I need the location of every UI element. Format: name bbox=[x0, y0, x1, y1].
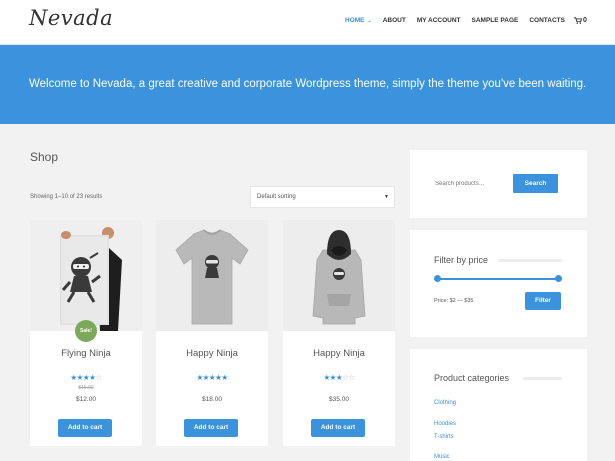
slider-handle-max[interactable] bbox=[555, 275, 562, 282]
star-rating: ★★★★☆ bbox=[30, 373, 142, 382]
title-underline bbox=[498, 259, 562, 262]
price-slider-track[interactable] bbox=[437, 278, 559, 280]
filter-button[interactable]: Filter bbox=[525, 292, 561, 310]
product-card[interactable]: Happy Ninja ★★★★★ $18.00 Add to cart bbox=[156, 220, 268, 446]
widget-title: Product categories bbox=[434, 373, 510, 383]
category-link-hoodies[interactable]: Hoodies bbox=[434, 421, 456, 427]
product-price: $12.00 bbox=[76, 396, 96, 403]
nav-item-my-account[interactable]: MY ACCOUNT bbox=[417, 17, 461, 24]
product-card[interactable]: Happy Ninja ★★★☆☆ $35.00 Add to cart bbox=[283, 220, 395, 446]
cart-count: 0 bbox=[583, 17, 587, 24]
title-underline bbox=[523, 377, 562, 380]
widget-title: Filter by price bbox=[434, 255, 489, 265]
nav-item-sample-page[interactable]: SAMPLE PAGE bbox=[472, 17, 519, 24]
star-icon: ★★★★★ bbox=[196, 373, 228, 382]
star-icon: ★★★★ bbox=[70, 373, 96, 382]
sort-select[interactable]: Default sorting ▼ bbox=[250, 186, 395, 208]
welcome-banner: Welcome to Nevada, a great creative and … bbox=[0, 45, 615, 124]
category-link-music[interactable]: Music bbox=[434, 454, 450, 460]
price-filter-widget: Filter by price Price: $2 — $35 Filter bbox=[410, 230, 587, 337]
product-price: $35.00 bbox=[329, 396, 349, 403]
site-logo[interactable]: Nevada bbox=[29, 6, 113, 30]
main-nav: HOME ⌄ ABOUT MY ACCOUNT SAMPLE PAGE CONTA… bbox=[345, 17, 565, 24]
search-widget: Search bbox=[410, 150, 587, 218]
star-icon: ★★★ bbox=[323, 373, 343, 382]
hoodie-image bbox=[283, 220, 395, 331]
add-to-cart-button[interactable]: Add to cart bbox=[311, 419, 365, 437]
add-to-cart-button[interactable]: Add to cart bbox=[58, 419, 112, 437]
nav-item-about[interactable]: ABOUT bbox=[383, 17, 406, 24]
nav-item-contacts[interactable]: CONTACTS bbox=[529, 17, 565, 24]
star-rating: ★★★☆☆ bbox=[283, 373, 395, 382]
price-range-label: Price: $2 — $35 bbox=[434, 298, 474, 304]
product-image[interactable] bbox=[30, 220, 142, 331]
product-image[interactable] bbox=[283, 220, 395, 331]
star-rating: ★★★★★ bbox=[156, 373, 268, 382]
product-categories-widget: Product categories Clothing Hoodies T-sh… bbox=[410, 349, 587, 461]
add-to-cart-button[interactable]: Add to cart bbox=[184, 419, 238, 437]
category-link-tshirts[interactable]: T-shirts bbox=[434, 434, 454, 440]
product-name[interactable]: Flying Ninja bbox=[30, 348, 142, 359]
sale-badge: Sale! bbox=[75, 320, 97, 342]
star-empty-icon: ☆ bbox=[95, 373, 102, 382]
tshirt-image bbox=[156, 220, 268, 331]
sort-select-value: Default sorting bbox=[257, 194, 296, 200]
nav-item-home[interactable]: HOME ⌄ bbox=[345, 17, 372, 24]
product-price: $18.00 bbox=[202, 396, 222, 403]
product-old-price: $15.00 bbox=[78, 385, 94, 391]
dropdown-arrow-icon: ▼ bbox=[384, 194, 389, 200]
category-link-clothing[interactable]: Clothing bbox=[434, 400, 456, 406]
site-header: Nevada HOME ⌄ ABOUT MY ACCOUNT SAMPLE PAG… bbox=[0, 0, 615, 45]
product-name[interactable]: Happy Ninja bbox=[283, 348, 395, 359]
search-input[interactable] bbox=[435, 174, 523, 193]
page-title: Shop bbox=[30, 150, 59, 164]
cart-icon bbox=[574, 17, 582, 24]
product-image[interactable] bbox=[156, 220, 268, 331]
search-button[interactable]: Search bbox=[513, 174, 558, 193]
star-empty-icon: ☆☆ bbox=[342, 373, 355, 382]
chevron-down-icon: ⌄ bbox=[367, 18, 372, 24]
slider-handle-min[interactable] bbox=[434, 275, 441, 282]
result-count: Showing 1–10 of 23 results bbox=[30, 194, 103, 200]
product-name[interactable]: Happy Ninja bbox=[156, 348, 268, 359]
banner-text: Welcome to Nevada, a great creative and … bbox=[29, 78, 587, 90]
nav-item-label: HOME bbox=[345, 17, 365, 24]
product-card[interactable]: Sale! Flying Ninja ★★★★☆ $15.00 $12.00 A… bbox=[30, 220, 142, 446]
poster-image bbox=[30, 220, 142, 331]
cart-link[interactable]: 0 bbox=[574, 17, 587, 24]
